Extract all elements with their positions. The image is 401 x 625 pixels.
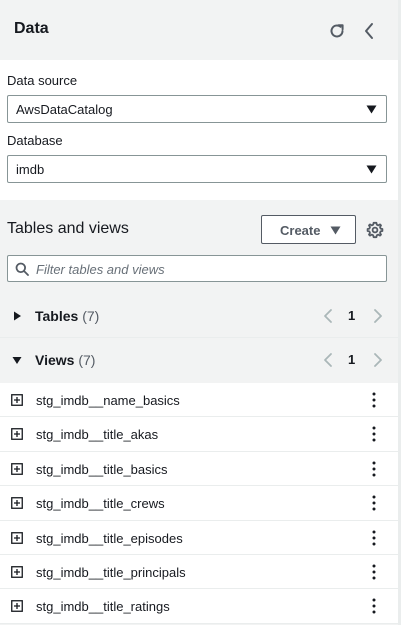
database-label: Database bbox=[7, 133, 63, 148]
more-options-icon[interactable] bbox=[366, 460, 382, 478]
expand-icon[interactable] bbox=[11, 428, 23, 441]
expand-icon[interactable] bbox=[11, 497, 23, 510]
expand-icon[interactable] bbox=[11, 566, 23, 578]
create-button[interactable]: Create bbox=[261, 215, 356, 244]
expand-icon[interactable] bbox=[11, 394, 23, 406]
chevron-right-icon[interactable] bbox=[372, 352, 384, 368]
tables-page-number[interactable]: 1 bbox=[348, 308, 355, 323]
database-value: imdb bbox=[16, 162, 45, 177]
more-options-icon[interactable] bbox=[366, 391, 382, 409]
views-count: (7) bbox=[78, 352, 96, 368]
expand-icon[interactable] bbox=[11, 531, 23, 544]
views-page-number[interactable]: 1 bbox=[348, 352, 355, 367]
view-name: stg_imdb__title_episodes bbox=[36, 530, 183, 546]
panel-header: Data bbox=[0, 0, 398, 60]
tables-count: (7) bbox=[82, 308, 100, 324]
view-name: stg_imdb__title_akas bbox=[36, 427, 159, 443]
list-item[interactable]: stg_imdb__name_basics bbox=[0, 383, 398, 418]
more-options-icon[interactable] bbox=[366, 597, 382, 615]
panel-title: Data bbox=[14, 20, 49, 37]
view-name: stg_imdb__title_principals bbox=[36, 564, 186, 580]
refresh-button[interactable] bbox=[327, 21, 347, 41]
view-name: stg_imdb__title_basics bbox=[36, 461, 168, 477]
list-item[interactable]: stg_imdb__title_basics bbox=[0, 451, 398, 487]
view-name: stg_imdb__name_basics bbox=[36, 393, 180, 408]
tables-and-views-section: Tables and views Create Tab bbox=[0, 200, 398, 625]
create-button-label: Create bbox=[280, 223, 321, 238]
more-options-icon[interactable] bbox=[366, 529, 382, 547]
database-select[interactable]: imdb bbox=[7, 155, 387, 183]
caret-down-icon bbox=[366, 105, 377, 114]
more-options-icon[interactable] bbox=[366, 563, 382, 581]
list-item[interactable]: stg_imdb__title_ratings bbox=[0, 589, 398, 624]
filter-field bbox=[7, 255, 387, 282]
list-item[interactable]: stg_imdb__title_episodes bbox=[0, 520, 398, 555]
caret-right-icon bbox=[14, 311, 21, 321]
list-item[interactable]: stg_imdb__title_principals bbox=[0, 554, 398, 590]
views-group-label: Views (7) bbox=[35, 352, 96, 368]
view-name: stg_imdb__title_crews bbox=[36, 496, 165, 512]
section-title: Tables and views bbox=[7, 220, 129, 237]
caret-down-icon bbox=[12, 357, 22, 364]
view-name: stg_imdb__title_ratings bbox=[36, 599, 170, 615]
data-source-select[interactable]: AwsDataCatalog bbox=[7, 95, 387, 123]
search-icon bbox=[15, 262, 29, 276]
chevron-left-icon bbox=[365, 23, 373, 39]
expand-icon[interactable] bbox=[11, 600, 23, 613]
data-source-label: Data source bbox=[7, 73, 78, 88]
refresh-icon bbox=[330, 24, 344, 38]
chevron-left-icon[interactable] bbox=[322, 308, 334, 324]
caret-down-icon bbox=[366, 165, 377, 174]
views-list: stg_imdb__name_basics stg_imdb__title_ak… bbox=[0, 383, 398, 624]
collapse-panel-button[interactable] bbox=[359, 21, 379, 41]
expand-icon[interactable] bbox=[11, 462, 23, 475]
tables-group-label: Tables (7) bbox=[35, 308, 100, 324]
chevron-left-icon[interactable] bbox=[322, 352, 334, 368]
more-options-icon[interactable] bbox=[366, 425, 382, 443]
gear-icon[interactable] bbox=[366, 221, 384, 239]
views-group-header[interactable]: Views (7) 1 bbox=[0, 338, 398, 382]
data-source-value: AwsDataCatalog bbox=[16, 102, 113, 117]
caret-down-icon bbox=[330, 226, 341, 235]
more-options-icon[interactable] bbox=[366, 494, 382, 512]
filter-input[interactable] bbox=[36, 260, 376, 278]
source-form: Data source AwsDataCatalog Database imdb bbox=[0, 60, 398, 200]
tables-group-header[interactable]: Tables (7) 1 bbox=[0, 294, 398, 338]
list-item[interactable]: stg_imdb__title_crews bbox=[0, 486, 398, 521]
list-item[interactable]: stg_imdb__title_akas bbox=[0, 417, 398, 452]
data-panel: Data Data source AwsDataCatalog Database… bbox=[0, 0, 398, 625]
chevron-right-icon[interactable] bbox=[372, 308, 384, 324]
